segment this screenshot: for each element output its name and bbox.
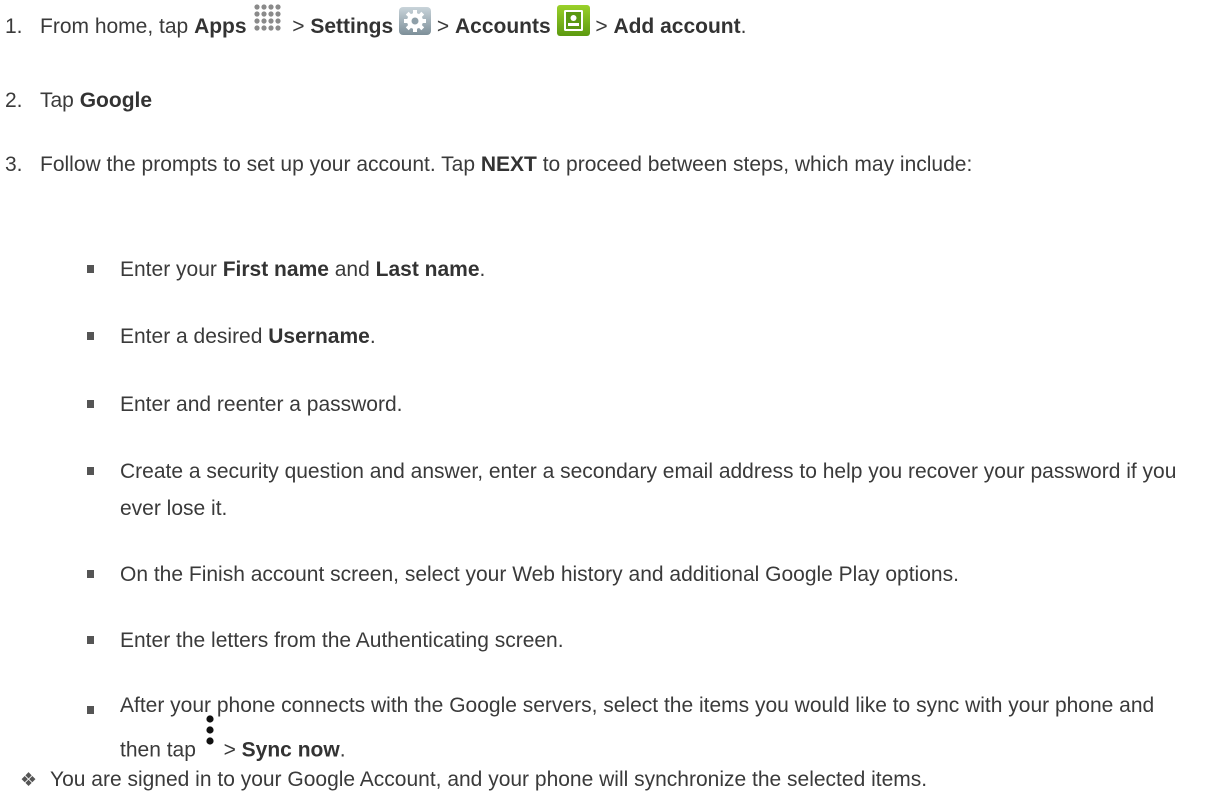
step-text: Tap Google — [40, 89, 153, 112]
menu-dots-icon — [202, 712, 218, 758]
square-bullet-icon — [87, 706, 94, 714]
sync-now-label: Sync now — [241, 738, 340, 762]
first-name-label: First name — [222, 258, 329, 281]
square-bullet-icon — [87, 400, 94, 408]
add-account-label: Add account — [613, 15, 741, 38]
username-label: Username — [268, 325, 370, 348]
step-number: 2. — [5, 89, 23, 112]
diamond-bullet-icon: ❖ — [20, 769, 38, 791]
square-bullet-icon — [87, 332, 94, 340]
square-bullet-icon — [87, 570, 94, 578]
square-bullet-icon — [87, 636, 94, 644]
apps-label: Apps — [194, 15, 247, 38]
square-bullet-icon — [87, 467, 94, 475]
accounts-label: Accounts — [454, 15, 551, 38]
last-name-label: Last name — [375, 258, 480, 281]
instructions-page: 1. From home, tap Apps > Settings > Acco… — [0, 0, 1207, 800]
contact-card-icon — [556, 4, 590, 36]
result-text: You are signed in to your Google Account… — [50, 768, 928, 791]
step-number: 1. — [5, 15, 23, 38]
next-label: NEXT — [480, 153, 537, 176]
step-text: Follow the prompts to set up your accoun… — [40, 153, 973, 176]
step-number: 3. — [5, 153, 23, 176]
gear-icon — [399, 7, 432, 36]
step-text: From home, tap Apps > Settings > Account… — [40, 4, 1190, 45]
apps-grid-icon — [252, 2, 286, 36]
settings-label: Settings — [310, 15, 394, 38]
google-label: Google — [79, 89, 153, 112]
square-bullet-icon — [87, 265, 94, 273]
